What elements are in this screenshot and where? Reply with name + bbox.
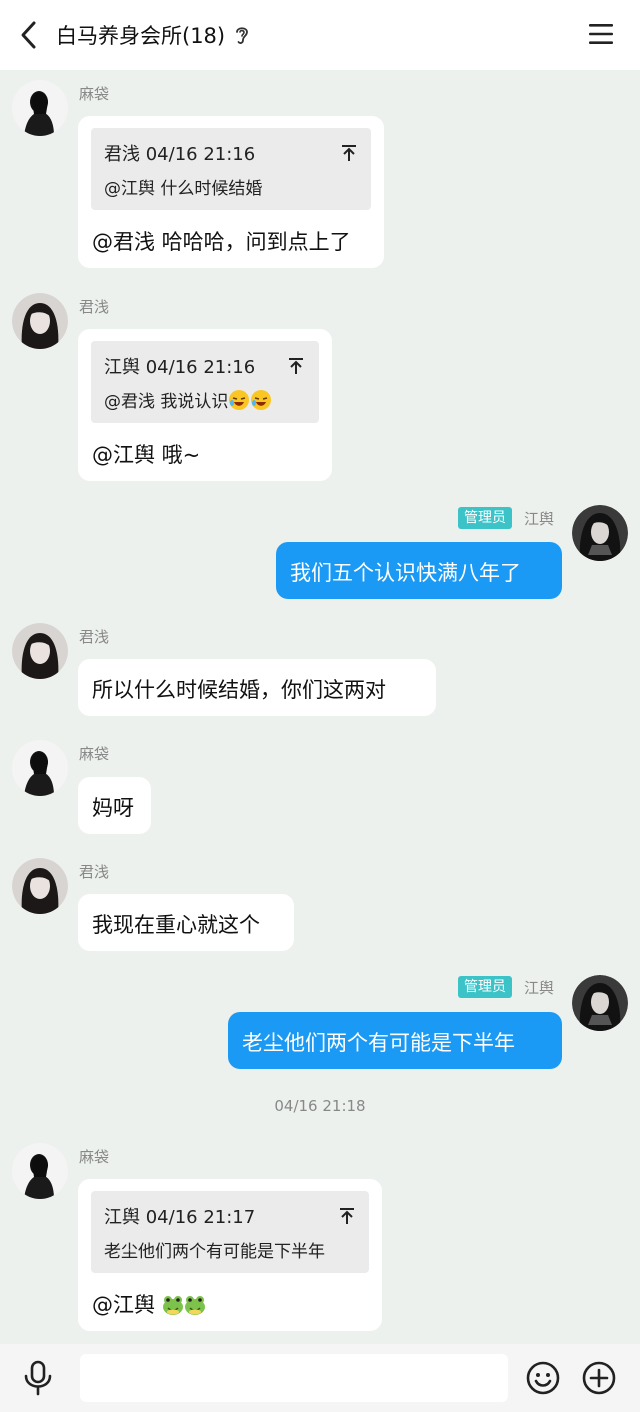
message-text-content: @江舆 (92, 1293, 155, 1317)
avatar[interactable] (12, 858, 68, 914)
quoted-message[interactable]: 君浅 04/16 21:16 @江舆 什么时候结婚 (91, 128, 371, 210)
input-bar (0, 1344, 640, 1412)
pin-top-icon (289, 358, 303, 374)
avatar[interactable] (12, 623, 68, 679)
quote-body: @君浅 我说认识 (104, 387, 272, 412)
message-text: 我们五个认识快满八年了 (290, 561, 521, 585)
frog-emoji-icon (162, 1296, 183, 1315)
sender-name: 君浅 (79, 628, 110, 646)
sender-name: 麻袋 (79, 85, 110, 103)
message-bubble[interactable]: 江舆 04/16 21:17 老尘他们两个有可能是下半年 @江舆 (78, 1179, 382, 1331)
avatar[interactable] (12, 293, 68, 349)
message-bubble[interactable]: 我现在重心就这个 (78, 894, 294, 951)
quote-header: 君浅 04/16 21:16 (104, 144, 256, 165)
message-bubble[interactable]: 妈呀 (78, 777, 151, 834)
quote-body: @江舆 什么时候结婚 (104, 179, 263, 199)
sender-name: 江舆 (524, 510, 555, 528)
hamburger-menu-icon[interactable] (588, 22, 614, 46)
sender-name: 江舆 (524, 979, 555, 997)
plus-circle-icon[interactable] (582, 1361, 616, 1395)
quote-header: 江舆 04/16 21:16 (104, 357, 256, 378)
message-bubble[interactable]: 江舆 04/16 21:16 @君浅 我说认识 @江舆 哦~ (78, 329, 332, 481)
message-text: 所以什么时候结婚，你们这两对 (92, 678, 386, 702)
laughing-emoji-icon (251, 390, 272, 410)
admin-badge: 管理员 (458, 507, 512, 529)
sender-name: 麻袋 (79, 1148, 110, 1166)
avatar[interactable] (12, 1143, 68, 1199)
message-bubble[interactable]: 君浅 04/16 21:16 @江舆 什么时候结婚 @君浅 哈哈哈，问到点上了 (78, 116, 384, 268)
message-text: @君浅 哈哈哈，问到点上了 (92, 230, 351, 254)
message-bubble-self[interactable]: 我们五个认识快满八年了 (276, 542, 562, 599)
message-text: 妈呀 (92, 796, 134, 820)
sender-name: 君浅 (79, 863, 110, 881)
back-button[interactable] (14, 18, 44, 52)
smiley-icon[interactable] (526, 1361, 560, 1395)
quote-header: 江舆 04/16 21:17 (104, 1207, 256, 1228)
message-text: 老尘他们两个有可能是下半年 (242, 1031, 515, 1055)
quote-body-text: @君浅 我说认识 (104, 392, 229, 412)
admin-badge: 管理员 (458, 976, 512, 998)
chat-title[interactable]: 白马养身会所(18) (56, 20, 225, 50)
frog-emoji-icon (184, 1296, 205, 1315)
message-bubble-self[interactable]: 老尘他们两个有可能是下半年 (228, 1012, 562, 1069)
avatar[interactable] (12, 740, 68, 796)
laughing-emoji-icon (229, 390, 250, 410)
avatar[interactable] (572, 975, 628, 1031)
quoted-message[interactable]: 江舆 04/16 21:16 @君浅 我说认识 (91, 341, 319, 423)
message-bubble[interactable]: 所以什么时候结婚，你们这两对 (78, 659, 436, 716)
ear-icon (236, 27, 248, 44)
chat-header: 白马养身会所(18) (0, 0, 640, 70)
pin-top-icon (342, 145, 356, 161)
message-text: @江舆 哦~ (92, 443, 201, 467)
microphone-icon[interactable] (22, 1360, 54, 1396)
avatar[interactable] (12, 80, 68, 136)
pin-top-icon (340, 1208, 354, 1224)
sender-name: 君浅 (79, 298, 110, 316)
message-timestamp: 04/16 21:18 (274, 1097, 366, 1115)
sender-name: 麻袋 (79, 745, 110, 763)
message-input[interactable] (80, 1354, 508, 1402)
message-text: @江舆 (92, 1289, 206, 1319)
avatar[interactable] (572, 505, 628, 561)
message-text: 我现在重心就这个 (92, 913, 260, 937)
quote-body: 老尘他们两个有可能是下半年 (104, 1242, 325, 1262)
quoted-message[interactable]: 江舆 04/16 21:17 老尘他们两个有可能是下半年 (91, 1191, 369, 1273)
chevron-left-icon (21, 21, 36, 49)
